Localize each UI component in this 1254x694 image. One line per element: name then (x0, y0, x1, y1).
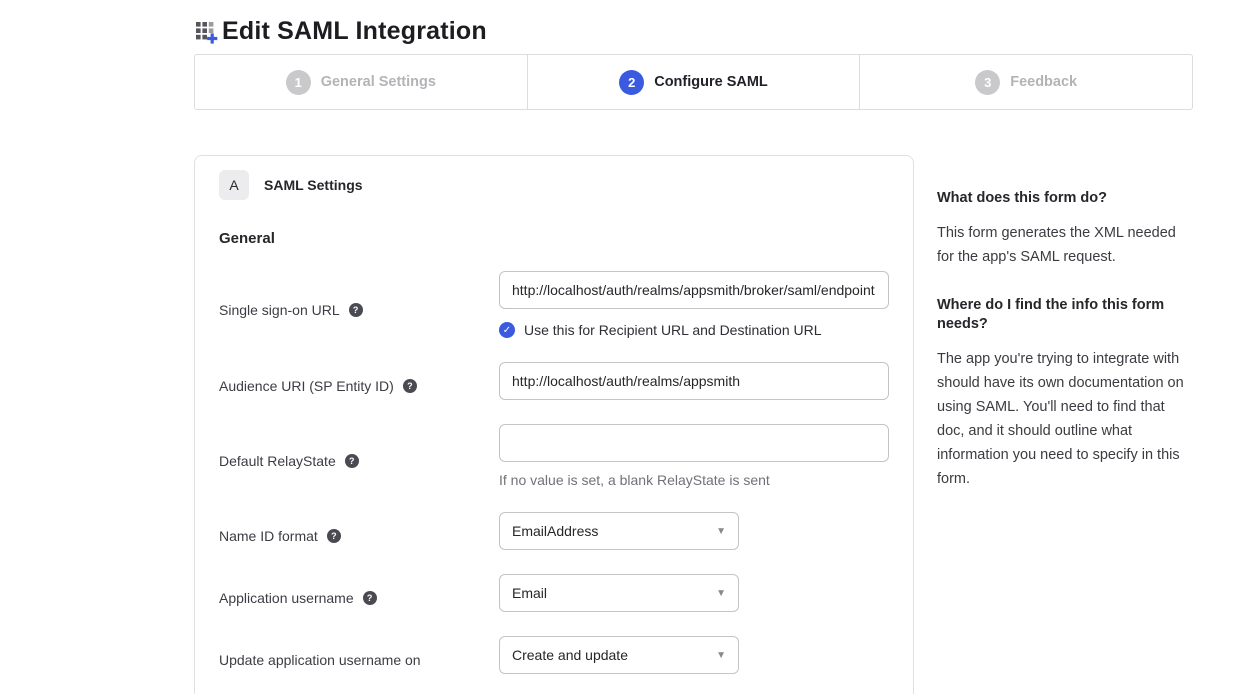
step-feedback[interactable]: 3 Feedback (859, 55, 1192, 109)
field-row-sso-url: Single sign-on URL ? ✓ Use this for Reci… (219, 271, 889, 338)
audience-uri-input[interactable] (499, 362, 889, 400)
wizard-stepper: 1 General Settings 2 Configure SAML 3 Fe… (194, 54, 1193, 110)
audience-uri-label: Audience URI (SP Entity ID) (219, 378, 394, 394)
field-row-application-username: Application username ? Email ▼ (219, 574, 889, 612)
update-app-username-select[interactable]: Create and update ▼ (499, 636, 739, 674)
help-icon[interactable]: ? (403, 379, 417, 393)
application-username-select[interactable]: Email ▼ (499, 574, 739, 612)
select-value: Email (512, 585, 547, 601)
sso-url-input[interactable] (499, 271, 889, 309)
content-area: A SAML Settings General Single sign-on U… (194, 155, 1254, 694)
card-header: A SAML Settings (219, 170, 889, 200)
relaystate-hint: If no value is set, a blank RelayState i… (499, 472, 889, 488)
field-row-audience-uri: Audience URI (SP Entity ID) ? (219, 362, 889, 400)
select-value: EmailAddress (512, 523, 598, 539)
help-heading: Where do I find the info this form needs… (937, 296, 1193, 334)
field-row-default-relaystate: Default RelayState ? If no value is set,… (219, 424, 889, 488)
help-icon[interactable]: ? (327, 529, 341, 543)
step-configure-saml[interactable]: 2 Configure SAML (527, 55, 860, 109)
default-relaystate-label: Default RelayState (219, 453, 336, 469)
chevron-down-icon: ▼ (716, 526, 726, 537)
help-heading: What does this form do? (937, 189, 1193, 208)
help-icon[interactable]: ? (349, 303, 363, 317)
chevron-down-icon: ▼ (716, 650, 726, 661)
default-relaystate-input[interactable] (499, 424, 889, 462)
help-sidebar: What does this form do? This form genera… (937, 155, 1193, 518)
section-title: SAML Settings (264, 177, 363, 193)
help-body: This form generates the XML needed for t… (937, 221, 1193, 269)
section-badge: A (219, 170, 249, 200)
recipient-url-checkbox-label: Use this for Recipient URL and Destinati… (524, 322, 822, 338)
step-number-badge: 1 (286, 70, 311, 95)
step-label: Configure SAML (654, 74, 768, 90)
saml-settings-card: A SAML Settings General Single sign-on U… (194, 155, 914, 694)
field-row-name-id-format: Name ID format ? EmailAddress ▼ (219, 512, 889, 550)
name-id-format-label: Name ID format (219, 528, 318, 544)
name-id-format-select[interactable]: EmailAddress ▼ (499, 512, 739, 550)
sso-url-label: Single sign-on URL (219, 302, 340, 318)
recipient-url-checkbox[interactable]: ✓ (499, 322, 515, 338)
page-header: Edit SAML Integration (0, 0, 1254, 50)
page-title: Edit SAML Integration (222, 17, 487, 46)
update-app-username-label: Update application username on (219, 652, 421, 668)
field-row-update-app-username: Update application username on Create an… (219, 636, 889, 674)
help-body: The app you're trying to integrate with … (937, 347, 1193, 491)
chevron-down-icon: ▼ (716, 588, 726, 599)
step-number-badge: 3 (975, 70, 1000, 95)
subsection-title: General (219, 230, 889, 247)
application-username-label: Application username (219, 590, 354, 606)
select-value: Create and update (512, 647, 628, 663)
step-number-badge: 2 (619, 70, 644, 95)
step-label: Feedback (1010, 74, 1077, 90)
help-icon[interactable]: ? (363, 591, 377, 605)
step-label: General Settings (321, 74, 436, 90)
app-grid-plus-icon (194, 18, 220, 44)
step-general-settings[interactable]: 1 General Settings (195, 55, 527, 109)
help-icon[interactable]: ? (345, 454, 359, 468)
